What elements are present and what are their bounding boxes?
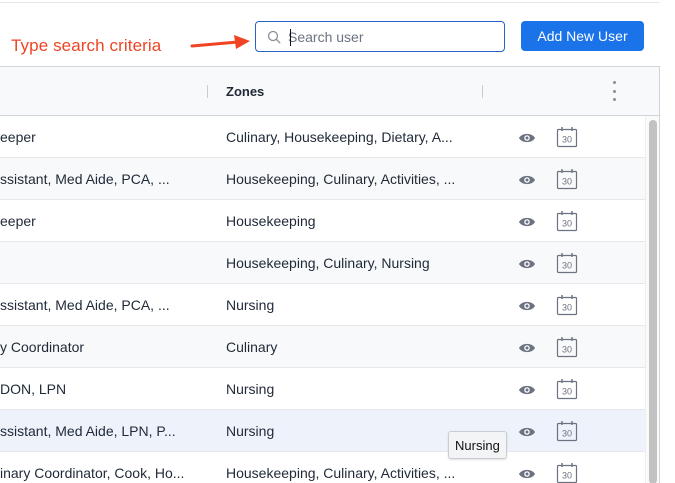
svg-text:30: 30 bbox=[562, 471, 572, 481]
view-eye-icon[interactable] bbox=[518, 467, 536, 483]
grid-body: eeper Culinary, Housekeeping, Dietary, A.… bbox=[0, 116, 645, 483]
cell-roles: y Coordinator bbox=[0, 339, 85, 355]
callout-annotation: Type search criteria bbox=[11, 36, 161, 56]
callout-arrow-icon bbox=[190, 35, 250, 49]
view-eye-icon[interactable] bbox=[518, 425, 536, 443]
table-row[interactable]: ssistant, Med Aide, PCA, ... Nursing 30 bbox=[0, 284, 645, 326]
search-box[interactable] bbox=[255, 21, 505, 52]
schedule-calendar-icon[interactable]: 30 bbox=[556, 420, 578, 447]
schedule-calendar-icon[interactable]: 30 bbox=[556, 252, 578, 279]
grid-header: Zones bbox=[0, 67, 659, 116]
table-row[interactable]: ssistant, Med Aide, LPN, P... Nursing 30 bbox=[0, 410, 645, 452]
vertical-scrollbar[interactable] bbox=[645, 116, 659, 483]
schedule-calendar-icon[interactable]: 30 bbox=[556, 168, 578, 195]
svg-text:30: 30 bbox=[562, 135, 572, 145]
view-eye-icon[interactable] bbox=[518, 299, 536, 317]
cell-roles: ssistant, Med Aide, PCA, ... bbox=[0, 297, 170, 313]
column-resize-handle[interactable] bbox=[482, 85, 483, 98]
cell-zones: Culinary bbox=[226, 339, 278, 355]
svg-text:30: 30 bbox=[562, 177, 572, 187]
table-row[interactable]: DON, LPN Nursing 30 bbox=[0, 368, 645, 410]
svg-text:30: 30 bbox=[562, 387, 572, 397]
table-row[interactable]: eeper Culinary, Housekeeping, Dietary, A.… bbox=[0, 116, 645, 158]
schedule-calendar-icon[interactable]: 30 bbox=[556, 462, 578, 483]
cell-roles: inary Coordinator, Cook, Ho... bbox=[0, 465, 185, 481]
view-eye-icon[interactable] bbox=[518, 383, 536, 401]
svg-text:30: 30 bbox=[562, 345, 572, 355]
cell-roles: eeper bbox=[0, 213, 36, 229]
cell-zones: Culinary, Housekeeping, Dietary, A... bbox=[226, 129, 453, 145]
column-header-zones[interactable]: Zones bbox=[226, 84, 264, 99]
schedule-calendar-icon[interactable]: 30 bbox=[556, 378, 578, 405]
cell-roles: ssistant, Med Aide, LPN, P... bbox=[0, 423, 176, 439]
view-eye-icon[interactable] bbox=[518, 257, 536, 275]
schedule-calendar-icon[interactable]: 30 bbox=[556, 336, 578, 363]
svg-text:30: 30 bbox=[562, 261, 572, 271]
search-input[interactable] bbox=[288, 24, 498, 49]
cell-roles: DON, LPN bbox=[0, 381, 67, 397]
table-row[interactable]: ssistant, Med Aide, PCA, ... Housekeeping… bbox=[0, 158, 645, 200]
svg-text:30: 30 bbox=[562, 429, 572, 439]
cell-zones: Housekeeping bbox=[226, 213, 316, 229]
schedule-calendar-icon[interactable]: 30 bbox=[556, 294, 578, 321]
table-row[interactable]: Housekeeping, Culinary, Nursing 30 bbox=[0, 242, 645, 284]
users-grid: Zones eeper Culinary, Housekeeping, Dieta… bbox=[0, 66, 660, 483]
schedule-calendar-icon[interactable]: 30 bbox=[556, 210, 578, 237]
cell-zones: Nursing bbox=[226, 297, 275, 313]
table-row[interactable]: eeper Housekeeping 30 bbox=[0, 200, 645, 242]
cell-roles: eeper bbox=[0, 129, 36, 145]
cell-zones: Housekeeping, Culinary, Activities, ... bbox=[226, 171, 456, 187]
column-resize-handle[interactable] bbox=[207, 85, 208, 98]
svg-text:30: 30 bbox=[562, 219, 572, 229]
top-divider bbox=[0, 0, 660, 3]
view-eye-icon[interactable] bbox=[518, 341, 536, 359]
cell-roles: ssistant, Med Aide, PCA, ... bbox=[0, 171, 170, 187]
view-eye-icon[interactable] bbox=[518, 215, 536, 233]
view-eye-icon[interactable] bbox=[518, 173, 536, 191]
cell-zones: Housekeeping, Culinary, Activities, ... bbox=[226, 465, 456, 481]
view-eye-icon[interactable] bbox=[518, 131, 536, 149]
table-row[interactable]: inary Coordinator, Cook, Ho... Housekeepi… bbox=[0, 452, 645, 483]
schedule-calendar-icon[interactable]: 30 bbox=[556, 126, 578, 153]
cell-zones: Nursing bbox=[226, 381, 275, 397]
add-new-user-button[interactable]: Add New User bbox=[521, 21, 644, 51]
cell-zones: Nursing bbox=[226, 423, 275, 439]
svg-text:30: 30 bbox=[562, 303, 572, 313]
table-row[interactable]: y Coordinator Culinary 30 bbox=[0, 326, 645, 368]
column-menu-icon[interactable] bbox=[612, 81, 617, 101]
scrollbar-thumb[interactable] bbox=[649, 120, 657, 483]
search-icon bbox=[267, 30, 281, 44]
tooltip: Nursing bbox=[448, 431, 507, 459]
text-caret bbox=[290, 29, 291, 46]
callout-text: Type search criteria bbox=[11, 36, 162, 55]
cell-zones: Housekeeping, Culinary, Nursing bbox=[226, 255, 430, 271]
